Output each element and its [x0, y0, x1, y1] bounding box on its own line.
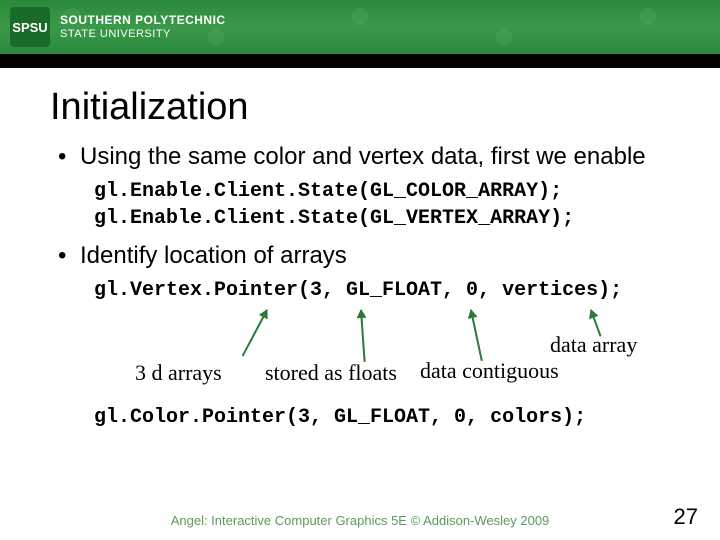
footer-credit: Angel: Interactive Computer Graphics 5E … [0, 513, 720, 528]
logo-badge: SPSU [10, 7, 50, 47]
annotation-layer: 3 d arrays stored as floats data contigu… [50, 308, 690, 398]
logo-line1: SOUTHERN POLYTECHNIC [60, 13, 226, 27]
arrow-icon [242, 309, 268, 356]
annotation-data-array: data array [550, 332, 637, 358]
code-block-3: gl.Color.Pointer(3, GL_FLOAT, 0, colors)… [94, 404, 690, 431]
code-block-2: gl.Vertex.Pointer(3, GL_FLOAT, 0, vertic… [94, 277, 690, 304]
slide-title: Initialization [50, 86, 690, 129]
logo-text: SOUTHERN POLYTECHNIC STATE UNIVERSITY [60, 13, 226, 41]
bullet-2: Identify location of arrays [58, 242, 690, 271]
arrow-icon [470, 309, 483, 360]
annotation-3d-arrays: 3 d arrays [135, 360, 222, 386]
header-bar: SPSU SOUTHERN POLYTECHNIC STATE UNIVERSI… [0, 0, 720, 54]
header-underline [0, 54, 720, 68]
code-block-1b: gl.Enable.Client.State(GL_VERTEX_ARRAY); [94, 205, 690, 232]
bullet-1: Using the same color and vertex data, fi… [58, 143, 690, 172]
arrow-icon [360, 310, 366, 362]
annotation-stored-floats: stored as floats [265, 360, 397, 386]
logo-line2: STATE UNIVERSITY [60, 28, 226, 41]
page-number: 27 [674, 504, 698, 530]
annotation-contiguous: data contiguous [420, 358, 559, 384]
slide-content: Initialization Using the same color and … [0, 68, 720, 431]
code-block-1a: gl.Enable.Client.State(GL_COLOR_ARRAY); [94, 178, 690, 205]
